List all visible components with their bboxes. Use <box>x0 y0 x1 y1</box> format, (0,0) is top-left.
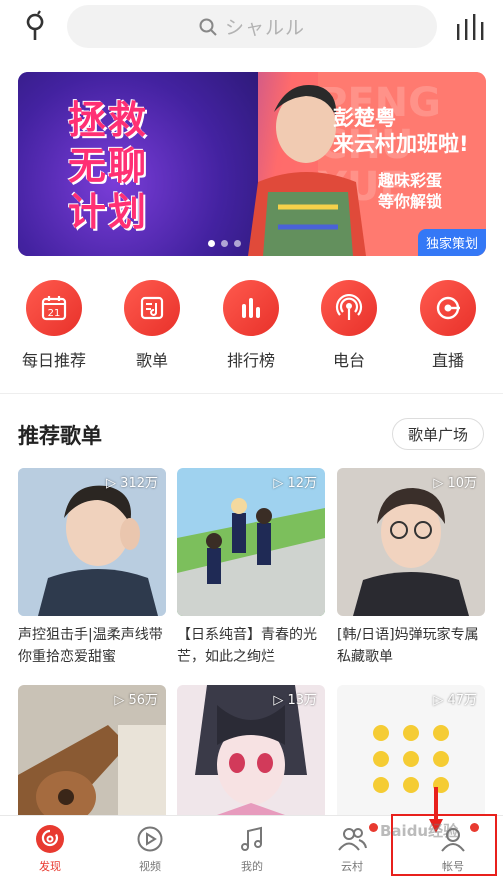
promo-banner[interactable]: PENG CHU YUE 拯救 无聊 计划 彭楚粤 来云村加班啦! 趣味彩蛋 等… <box>18 72 486 256</box>
banner-title-line: 计划 <box>68 190 149 234</box>
play-count: ▷ 10万 <box>433 476 477 491</box>
playlist-card[interactable]: ▷ 13万 <box>177 685 325 833</box>
playlist-icon <box>124 280 180 336</box>
tab-discover[interactable]: 发现 <box>0 816 100 880</box>
section-divider <box>0 393 503 394</box>
playlist-card[interactable]: ▷ 56万 <box>18 685 166 833</box>
banner-tagline: 等你解锁 <box>378 192 443 211</box>
playlist-cover[interactable]: ▷ 47万 <box>337 685 485 833</box>
calendar-icon: 21 <box>26 280 82 336</box>
playlist-square-button[interactable]: 歌单广场 <box>392 418 484 450</box>
friends-icon <box>337 824 367 854</box>
tab-label: 发现 <box>39 860 61 873</box>
tab-video[interactable]: 视频 <box>100 816 200 880</box>
playlist-cover[interactable]: ▷ 312万 <box>18 468 166 616</box>
playlist-card[interactable]: ▷ 47万 <box>337 685 485 833</box>
tab-label: 云村 <box>341 860 363 873</box>
play-count: ▷ 312万 <box>106 476 158 491</box>
mic-icon[interactable] <box>20 10 50 44</box>
carousel-dot[interactable] <box>221 240 228 247</box>
play-count: ▷ 47万 <box>433 693 477 708</box>
exclusive-badge: 独家策划 <box>417 229 486 256</box>
section-title: 推荐歌单 <box>18 424 102 448</box>
live-icon <box>420 280 476 336</box>
playlist-card[interactable]: ▷ 10万 [韩/日语]妈弹玩家专属私藏歌单 <box>337 468 485 668</box>
play-count: ▷ 13万 <box>273 693 317 708</box>
video-play-icon <box>135 824 165 854</box>
search-placeholder: シャルル <box>224 17 305 39</box>
live-button[interactable]: 直播 <box>408 280 488 371</box>
music-note-icon <box>237 824 267 854</box>
chart-bars-icon <box>223 280 279 336</box>
playlist-title[interactable]: [韩/日语]妈弹玩家专属私藏歌单 <box>337 624 485 668</box>
netease-logo-icon <box>35 824 65 854</box>
playlist-button[interactable]: 歌单 <box>112 280 192 371</box>
top-bar: シャルル <box>0 0 503 56</box>
quick-nav: 21 每日推荐 歌单 排行榜 电台 直播 <box>0 280 503 370</box>
banner-person-image <box>248 85 366 256</box>
radio-button[interactable]: 电台 <box>309 280 389 371</box>
carousel-dot[interactable] <box>234 240 241 247</box>
playlist-cover[interactable]: ▷ 12万 <box>177 468 325 616</box>
banner-title: 拯救 无聊 计划 <box>68 97 198 235</box>
watermark-text: Baidu经验 <box>380 822 459 840</box>
tab-label: 视频 <box>139 860 161 873</box>
playlist-title[interactable]: 【日系纯音】青春的光芒，如此之绚烂 <box>177 624 325 668</box>
quick-nav-label: 歌单 <box>135 351 168 370</box>
radio-icon <box>321 280 377 336</box>
carousel-dot[interactable] <box>208 240 215 247</box>
banner-title-line: 无聊 <box>68 144 149 188</box>
playlist-card[interactable]: ▷ 12万 【日系纯音】青春的光芒，如此之绚烂 <box>177 468 325 668</box>
charts-button[interactable]: 排行榜 <box>211 280 291 371</box>
search-bar[interactable]: シャルル <box>67 5 437 48</box>
play-count: ▷ 12万 <box>273 476 317 491</box>
calendar-day: 21 <box>48 308 61 319</box>
playlist-cover[interactable]: ▷ 13万 <box>177 685 325 833</box>
tab-label: 我的 <box>241 860 263 873</box>
notification-dot <box>369 823 378 832</box>
carousel-dots[interactable] <box>208 240 241 247</box>
playlist-cover[interactable]: ▷ 10万 <box>337 468 485 616</box>
tab-mine[interactable]: 我的 <box>202 816 302 880</box>
playlist-title[interactable]: 声控狙击手|温柔声线带你重拾恋爱甜蜜 <box>18 624 166 668</box>
daily-recommend-button[interactable]: 21 每日推荐 <box>14 280 94 371</box>
banner-subheadline: 来云村加班啦! <box>333 132 469 156</box>
banner-title-line: 拯救 <box>68 98 149 142</box>
quick-nav-label: 排行榜 <box>226 351 275 370</box>
quick-nav-label: 每日推荐 <box>21 351 86 370</box>
quick-nav-label: 电台 <box>332 351 365 370</box>
music-bars-icon[interactable] <box>456 14 486 40</box>
play-count: ▷ 56万 <box>114 693 158 708</box>
playlist-cover[interactable]: ▷ 56万 <box>18 685 166 833</box>
quick-nav-label: 直播 <box>431 351 464 370</box>
search-icon <box>199 18 217 36</box>
playlist-card[interactable]: ▷ 312万 声控狙击手|温柔声线带你重拾恋爱甜蜜 <box>18 468 166 668</box>
